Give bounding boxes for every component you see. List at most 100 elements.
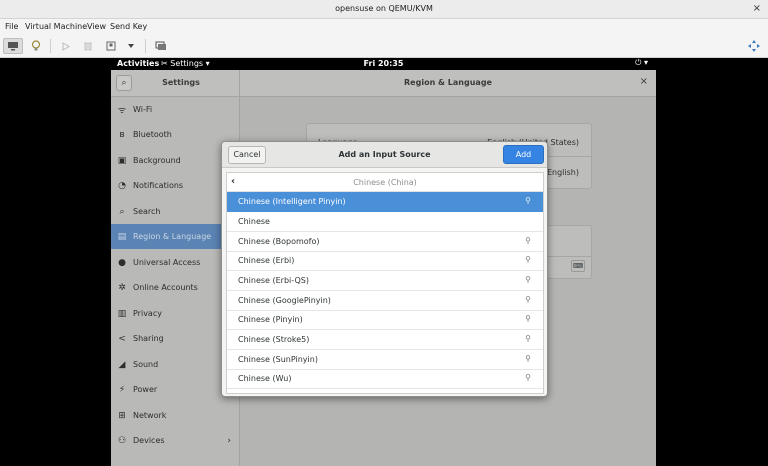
- list-header[interactable]: ‹ Chinese (China): [227, 173, 543, 192]
- list-item-label: Chinese (SunPinyin): [238, 355, 318, 364]
- list-item-label: Chinese (Erbi): [238, 256, 295, 265]
- resize-to-vm-button[interactable]: [746, 38, 762, 54]
- list-item[interactable]: Chinese (Intelligent Pinyin) ⚲: [227, 192, 543, 212]
- list-item[interactable]: Chinese (Wu) ⚲: [227, 369, 543, 389]
- list-item-label: Chinese (Stroke5): [238, 335, 310, 344]
- power-icon: ⚡: [118, 384, 126, 395]
- preferences-icon: ⚲: [525, 255, 531, 264]
- details-view-button[interactable]: [28, 38, 44, 54]
- menu-file[interactable]: File: [5, 22, 18, 31]
- preferences-icon: ⚲: [525, 373, 531, 382]
- host-window-title: opensuse on QEMU/KVM: [335, 4, 433, 13]
- list-item[interactable]: Chinese (Pinyin) ⚲: [227, 310, 543, 330]
- snapshots-button[interactable]: [152, 38, 170, 54]
- sidebar-item-label: Search: [133, 207, 161, 216]
- shutdown-button[interactable]: [103, 38, 119, 54]
- preferences-icon: ⚲: [525, 295, 531, 304]
- console-view-button[interactable]: [3, 38, 23, 54]
- list-item-label: Chinese (Pinyin): [238, 315, 303, 324]
- accessibility-icon: ●: [118, 257, 126, 268]
- list-header-title: Chinese (China): [353, 178, 417, 187]
- shutdown-menu-button[interactable]: [124, 38, 138, 54]
- pause-icon: [84, 42, 92, 50]
- background-icon: ▣: [117, 155, 127, 166]
- list-item-label: Chinese (Erbi-QS): [238, 276, 309, 285]
- devices-icon: ⚇: [117, 435, 127, 446]
- preferences-icon: ⚲: [525, 196, 531, 205]
- dialog-title: Add an Input Source: [338, 150, 431, 159]
- power-icon: ⏻: [635, 58, 642, 67]
- list-item[interactable]: Chinese: [227, 212, 543, 232]
- sidebar-item-search[interactable]: ⌕ Search: [111, 199, 239, 224]
- preferences-icon: ⚲: [525, 275, 531, 284]
- list-item[interactable]: Chinese (SunPinyin) ⚲: [227, 350, 543, 370]
- pause-button[interactable]: [80, 38, 96, 54]
- sidebar-item-devices[interactable]: ⚇ Devices ›: [111, 428, 239, 453]
- list-item[interactable]: Chinese (Bopomofo) ⚲: [227, 232, 543, 252]
- preferences-icon: ⚲: [525, 314, 531, 323]
- sidebar-item-power[interactable]: ⚡ Power: [111, 377, 239, 402]
- list-item-label: Chinese: [238, 217, 270, 226]
- panel-header: Region & Language ×: [240, 70, 656, 97]
- sidebar-header: ⌕ Settings: [111, 70, 240, 97]
- wifi-icon: ᯤ: [117, 106, 127, 116]
- add-input-source-dialog: Cancel Add an Input Source Add ‹ Chinese…: [221, 141, 548, 397]
- sidebar-item-label: Wi-Fi: [133, 105, 153, 114]
- sidebar-item-notifications[interactable]: ◔ Notifications: [111, 173, 239, 198]
- list-item-label: Chinese (GooglePinyin): [238, 296, 331, 305]
- list-item-label: Chinese (Wu): [238, 374, 292, 383]
- sidebar-item-sharing[interactable]: < Sharing: [111, 326, 239, 351]
- sidebar-item-network[interactable]: ⊞ Network: [111, 403, 239, 428]
- snapshots-icon: [155, 41, 166, 50]
- sidebar-item-label: Privacy: [133, 309, 162, 318]
- sidebar-item-region-language[interactable]: ▤ Region & Language: [111, 224, 239, 249]
- list-item-label: Chinese (Intelligent Pinyin): [238, 197, 346, 206]
- sidebar-item-bluetooth[interactable]: ʙ Bluetooth: [111, 122, 239, 147]
- sidebar-item-sound[interactable]: ◢ Sound: [111, 352, 239, 377]
- guest-letterbox-right: [656, 58, 768, 466]
- system-menu[interactable]: ⏻ ▾: [635, 58, 648, 68]
- sidebar-item-background[interactable]: ▣ Background: [111, 148, 239, 173]
- sharing-icon: <: [118, 333, 126, 344]
- sidebar-item-label: Network: [133, 411, 167, 420]
- list-item[interactable]: Chinese (GooglePinyin) ⚲: [227, 291, 543, 311]
- list-item[interactable]: Chinese (Stroke5) ⚲: [227, 330, 543, 350]
- keyboard-icon[interactable]: ⌨: [571, 260, 585, 272]
- sidebar-item-label: Universal Access: [133, 258, 201, 267]
- list-item[interactable]: Chinese (Erbi) ⚲: [227, 251, 543, 271]
- lightbulb-icon: [31, 40, 41, 51]
- guest-letterbox-left: [0, 58, 111, 466]
- sidebar-item-universal-access[interactable]: ● Universal Access: [111, 250, 239, 275]
- list-item-label: Chinese (Bopomofo): [238, 237, 320, 246]
- sidebar-item-privacy[interactable]: ▥ Privacy: [111, 301, 239, 326]
- dialog-header: Cancel Add an Input Source Add: [222, 142, 547, 168]
- host-close-button[interactable]: ×: [753, 3, 761, 14]
- list-item[interactable]: Chinese (Erbi-QS) ⚲: [227, 271, 543, 291]
- add-button[interactable]: Add: [503, 145, 544, 164]
- preferences-icon: ⚲: [525, 236, 531, 245]
- clock[interactable]: Fri 20:35: [111, 59, 656, 68]
- sidebar-item-label: Power: [133, 385, 158, 394]
- menu-virtual-machine[interactable]: Virtual Machine: [25, 22, 87, 31]
- sidebar-item-wifi[interactable]: ᯤ Wi-Fi: [111, 97, 239, 122]
- online-accounts-icon: ✲: [118, 282, 126, 293]
- sidebar-item-label: Online Accounts: [133, 283, 198, 292]
- run-button[interactable]: [58, 38, 74, 54]
- monitor-icon: [8, 42, 18, 51]
- sidebar-item-online-accounts[interactable]: ✲ Online Accounts: [111, 275, 239, 300]
- menu-send-key[interactable]: Send Key: [110, 22, 147, 31]
- host-menubar: File Virtual Machine View Send Key: [0, 19, 768, 35]
- region-icon: ▤: [117, 231, 127, 242]
- network-icon: ⊞: [118, 410, 126, 421]
- window-close-button[interactable]: ×: [640, 76, 648, 87]
- privacy-icon: ▥: [117, 308, 127, 319]
- menu-view[interactable]: View: [87, 22, 106, 31]
- sound-icon: ◢: [118, 359, 126, 370]
- preferences-icon: ⚲: [525, 354, 531, 363]
- chevron-right-icon: ›: [227, 435, 231, 446]
- sidebar-item-label: Sharing: [133, 334, 164, 343]
- sidebar-item-label: Background: [133, 156, 181, 165]
- move-arrows-icon: [748, 40, 760, 52]
- sidebar-item-label: Bluetooth: [133, 130, 172, 139]
- dropdown-arrow-icon: [128, 44, 134, 48]
